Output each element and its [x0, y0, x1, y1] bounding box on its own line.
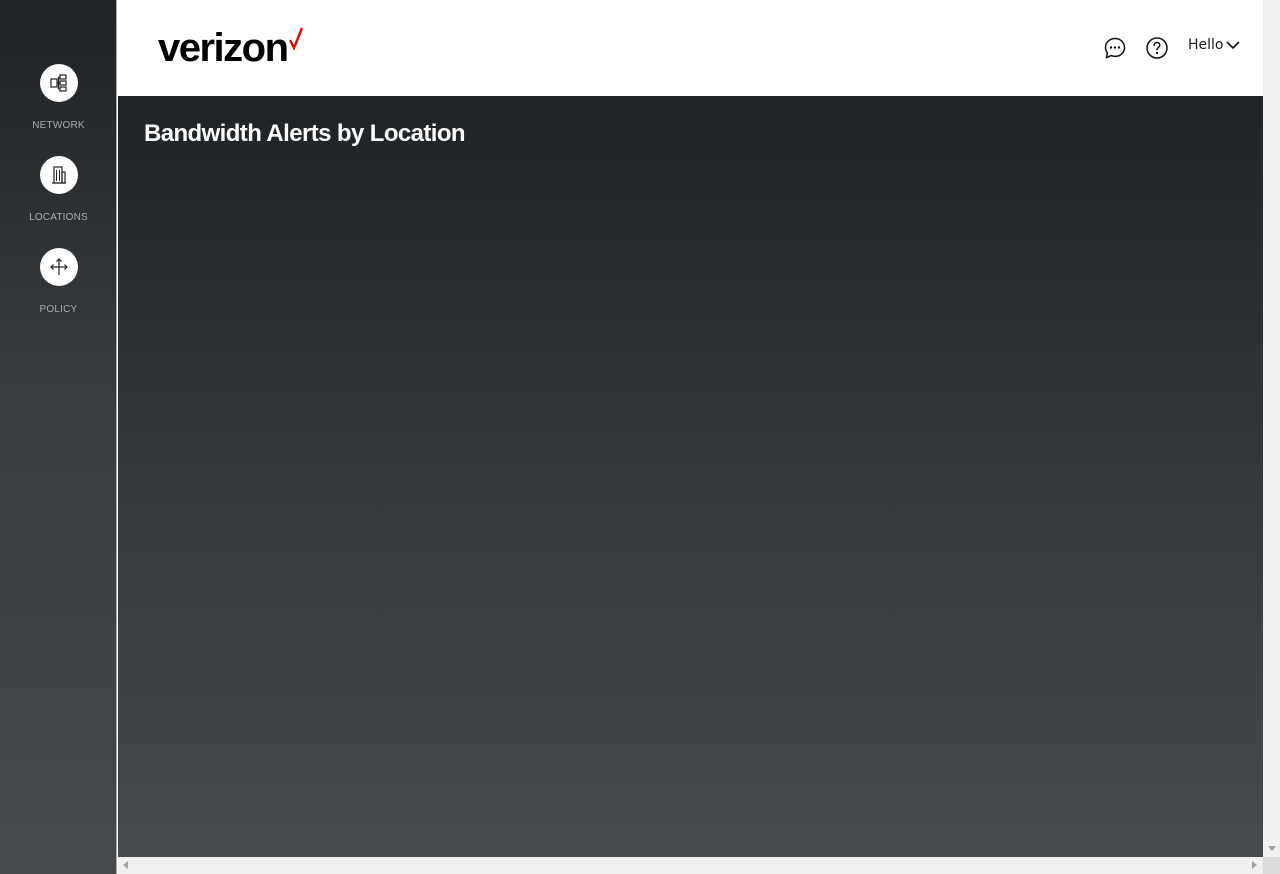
scroll-down-icon[interactable] [1268, 846, 1276, 851]
scrollbar-corner [1263, 857, 1280, 874]
checkmark-icon [288, 27, 303, 51]
main-content: Bandwidth Alerts by Location [118, 96, 1263, 857]
logo-text: verizon [158, 26, 289, 70]
verizon-logo[interactable]: verizon [158, 24, 303, 72]
sidebar-item-policy[interactable]: POLICY [0, 248, 117, 315]
page-title: Bandwidth Alerts by Location [144, 120, 466, 147]
vertical-scrollbar[interactable] [1263, 0, 1280, 857]
scroll-left-icon[interactable] [123, 861, 128, 869]
sidebar-item-label: NETWORK [32, 120, 85, 131]
sidebar-item-label: LOCATIONS [29, 212, 88, 223]
top-header: verizon Hello [118, 0, 1263, 96]
move-arrows-icon [39, 248, 78, 286]
help-circle-icon[interactable] [1145, 36, 1169, 60]
horizontal-scrollbar[interactable] [118, 857, 1263, 874]
sidebar-item-label: POLICY [39, 304, 78, 315]
chevron-down-icon [1225, 41, 1240, 50]
user-menu-label: Hello [1188, 37, 1224, 53]
sidebar-item-network[interactable]: NETWORK [0, 64, 117, 131]
building-icon [39, 156, 78, 194]
sidebar-item-locations[interactable]: LOCATIONS [0, 156, 117, 223]
network-icon [39, 64, 78, 102]
user-menu[interactable]: Hello [1188, 37, 1240, 53]
scroll-right-icon[interactable] [1252, 861, 1257, 869]
chat-bubble-icon[interactable] [1103, 36, 1127, 60]
sidebar: NETWORK LOCATIONS POLICY [0, 0, 117, 874]
